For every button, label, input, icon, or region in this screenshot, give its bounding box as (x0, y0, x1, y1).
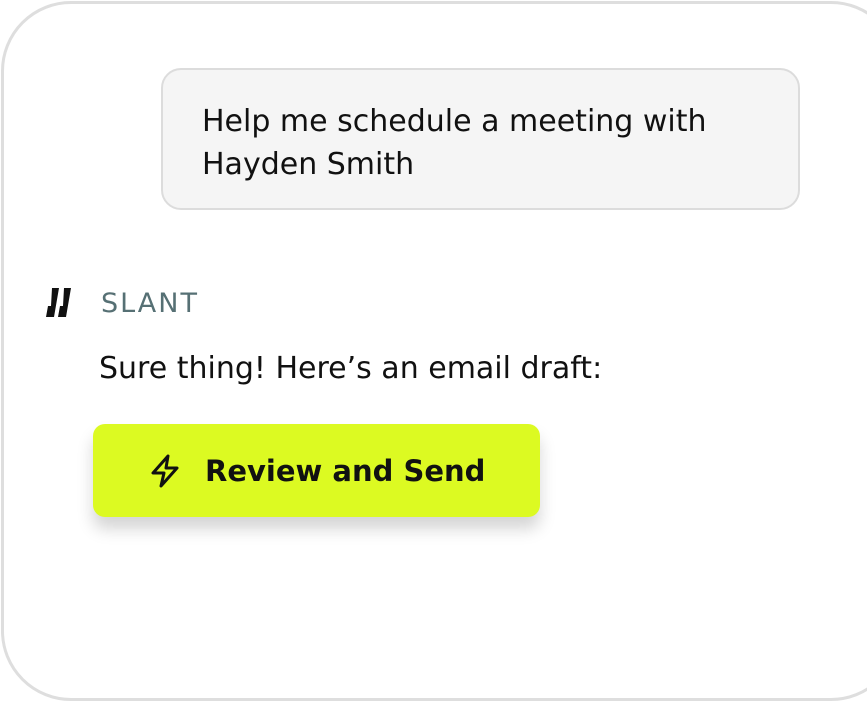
assistant-header: SLANT (45, 283, 199, 323)
user-message-text-line-2: Hayden Smith (202, 147, 415, 182)
slant-logo-icon (46, 288, 71, 317)
user-message-text-line-1: Help me schedule a meeting with (202, 104, 707, 139)
lightning-bolt-icon (151, 454, 179, 487)
assistant-name: SLANT (101, 287, 199, 319)
review-and-send-label: Review and Send (205, 453, 486, 488)
review-and-send-button[interactable]: Review and Send (93, 424, 540, 517)
assistant-message: Sure thing! Here’s an email draft: (99, 351, 603, 386)
user-message-bubble: Help me schedule a meeting with Hayden S… (161, 68, 800, 210)
